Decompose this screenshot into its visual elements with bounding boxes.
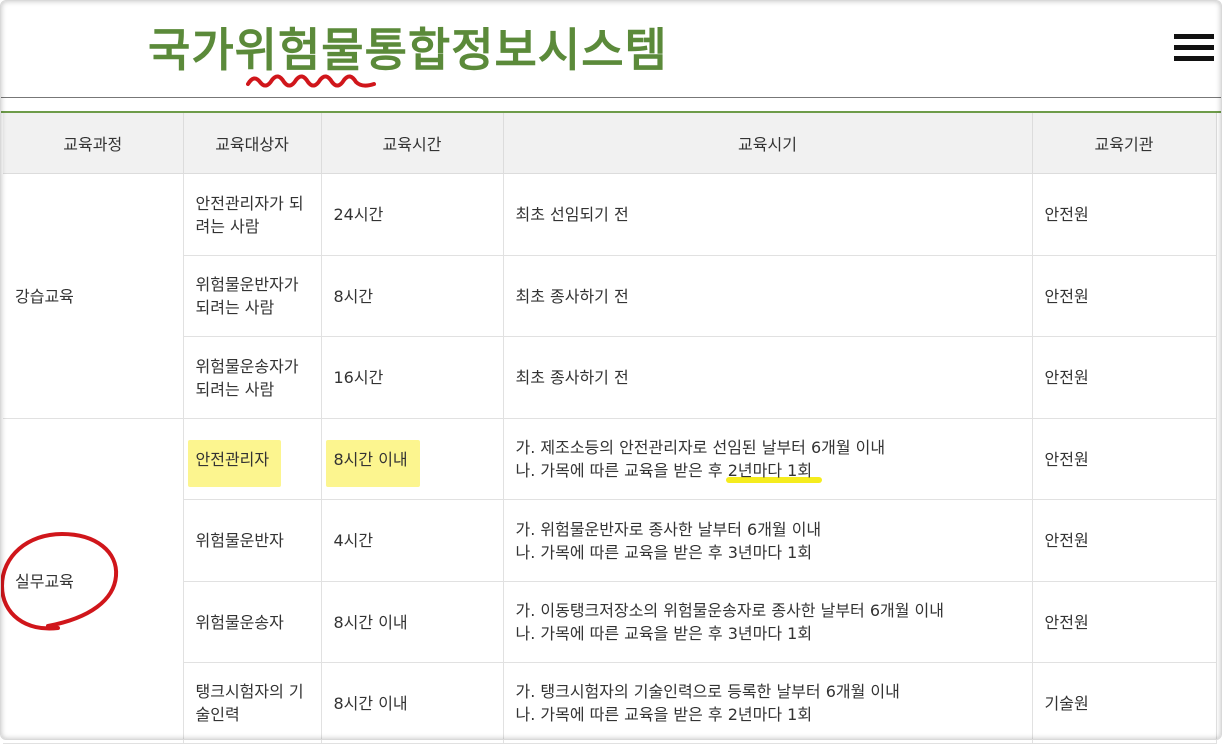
timing-line: 가. 제조소등의 안전관리자로 선임된 날부터 6개월 이내	[515, 438, 886, 457]
agency-cell: 안전원	[1031, 499, 1217, 582]
table-row: 위험물운반자 4시간 가. 위험물운반자로 종사한 날부터 6개월 이내 나. …	[3, 499, 1217, 582]
course-label: 실무교육	[15, 571, 74, 591]
agency-cell: 기술원	[1031, 662, 1217, 744]
table-header-row: 교육과정 교육대상자 교육시간 교육시기 교육기관	[3, 113, 1217, 174]
education-table: 교육과정 교육대상자 교육시간 교육시기 교육기관 강습교육 안전관리자가 되려…	[3, 113, 1217, 744]
agency-cell: 안전원	[1031, 173, 1217, 256]
target-cell: 위험물운송자가 되려는 사람	[182, 336, 322, 419]
timing-line: 나. 가목에 따른 교육을 받은 후 2년마다 1회	[515, 461, 813, 480]
timing-cell: 가. 제조소등의 안전관리자로 선임된 날부터 6개월 이내 나. 가목에 따른…	[502, 418, 1033, 500]
table-row: 위험물운송자 8시간 이내 가. 이동탱크저장소의 위험물운송자로 종사한 날부…	[3, 581, 1217, 663]
highlighted-hours: 8시간 이내	[325, 439, 420, 487]
timing-line: 나. 가목에 따른 교육을 받은 후 3년마다 1회	[515, 624, 813, 643]
agency-cell: 안전원	[1031, 336, 1217, 419]
timing-cell: 가. 위험물운반자로 종사한 날부터 6개월 이내 나. 가목에 따른 교육을 …	[502, 499, 1033, 582]
timing-cell: 가. 탱크시험자의 기술인력으로 등록한 날부터 6개월 이내 나. 가목에 따…	[502, 662, 1033, 744]
timing-cell: 최초 종사하기 전	[502, 336, 1033, 419]
table-row: 강습교육 안전관리자가 되려는 사람 24시간 최초 선임되기 전 안전원	[3, 173, 1217, 419]
site-header: 국가위험물통합정보시스템	[0, 0, 1222, 98]
target-cell: 위험물운반자	[182, 499, 322, 582]
highlighted-target: 안전관리자	[187, 439, 281, 487]
hours-cell: 16시간	[320, 336, 504, 419]
timing-line: 가. 탱크시험자의 기술인력으로 등록한 날부터 6개월 이내	[515, 682, 900, 701]
table-row: 위험물운송자가 되려는 사람 16시간 최초 종사하기 전 안전원	[3, 336, 1217, 419]
site-title[interactable]: 국가위험물통합정보시스템	[148, 14, 668, 80]
timing-cell: 최초 선임되기 전	[502, 173, 1033, 256]
target-cell: 탱크시험자의 기술인력	[182, 662, 322, 744]
target-cell: 위험물운반자가 되려는 사람	[182, 255, 322, 337]
hours-cell: 8시간 이내	[320, 662, 504, 744]
agency-cell: 안전원	[1031, 255, 1217, 337]
column-header-hours: 교육시간	[320, 113, 504, 174]
agency-cell: 안전원	[1031, 418, 1217, 500]
column-header-timing: 교육시기	[502, 113, 1033, 174]
column-header-agency: 교육기관	[1031, 113, 1217, 174]
timing-line: 가. 위험물운반자로 종사한 날부터 6개월 이내	[515, 519, 822, 539]
table-row: 탱크시험자의 기술인력 8시간 이내 가. 탱크시험자의 기술인력으로 등록한 …	[3, 662, 1217, 744]
hours-cell: 4시간	[320, 499, 504, 582]
course-cell: 강습교육	[3, 173, 184, 419]
hours-cell: 8시간 이내	[320, 581, 504, 663]
timing-cell: 가. 이동탱크저장소의 위험물운송자로 종사한 날부터 6개월 이내 나. 가목…	[502, 581, 1033, 663]
timing-cell: 최초 종사하기 전	[502, 255, 1033, 337]
hours-cell: 8시간 이내	[320, 418, 504, 500]
target-cell: 위험물운송자	[182, 581, 322, 663]
agency-cell: 안전원	[1031, 581, 1217, 663]
hamburger-menu-icon[interactable]	[1174, 34, 1214, 64]
column-header-target: 교육대상자	[182, 113, 322, 174]
highlighted-period: 2년마다 1회	[727, 461, 813, 480]
timing-line: 나. 가목에 따른 교육을 받은 후 2년마다 1회	[515, 705, 813, 724]
timing-line: 가. 이동탱크저장소의 위험물운송자로 종사한 날부터 6개월 이내	[515, 601, 945, 620]
table-row: 실무교육 안전관리자 8시간 이내 가. 제조소등의 안전관리자로 선임된 날부…	[3, 418, 1217, 744]
table-row: 위험물운반자가 되려는 사람 8시간 최초 종사하기 전 안전원	[3, 255, 1217, 337]
target-cell: 안전관리자가 되려는 사람	[182, 173, 322, 256]
hours-cell: 24시간	[320, 173, 504, 256]
timing-line: 나. 가목에 따른 교육을 받은 후 3년마다 1회	[515, 542, 813, 562]
red-squiggle-annotation	[246, 74, 376, 88]
target-cell: 안전관리자	[182, 418, 322, 500]
column-header-course: 교육과정	[3, 113, 184, 174]
hours-cell: 8시간	[320, 255, 504, 337]
